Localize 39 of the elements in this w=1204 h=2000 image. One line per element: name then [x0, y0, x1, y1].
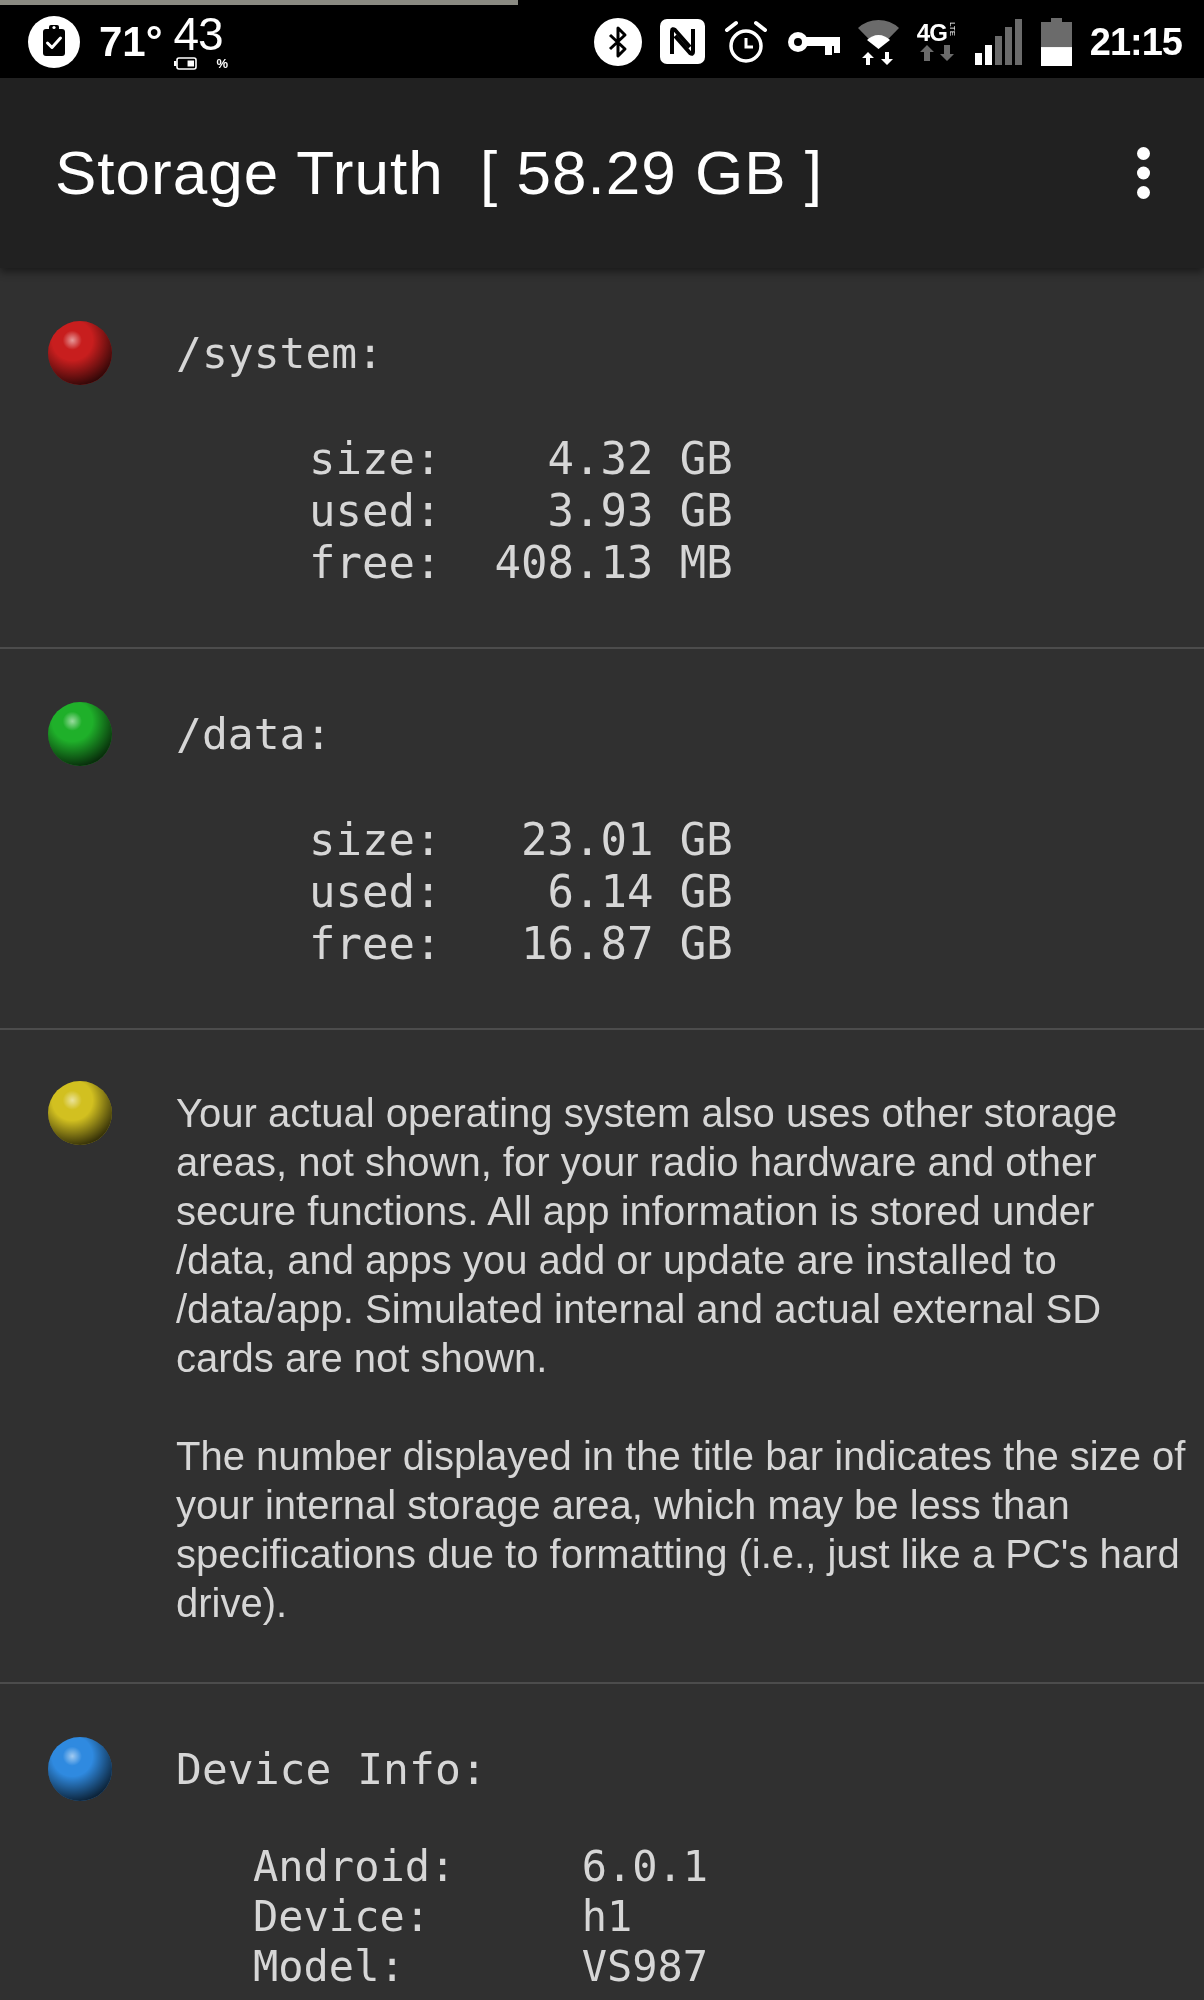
temperature-text: 71°: [99, 17, 163, 66]
battery-icon: [1040, 17, 1072, 66]
stat-value: 16.87 GB: [520, 918, 733, 970]
info-label: Android:: [253, 1842, 457, 1892]
signal-bars-icon: [974, 18, 1023, 65]
clock-text: 21:15: [1089, 19, 1182, 64]
nfc-icon: [659, 19, 705, 64]
stat-value: 6.14 GB: [547, 866, 733, 918]
stat-label: size:: [309, 814, 442, 866]
alarm-clock-icon: [722, 18, 769, 65]
app-title: Storage Truth [ 58.29 GB ]: [55, 137, 823, 209]
network-badge-label: LTE: [947, 21, 957, 36]
network-type-label: 4G: [916, 21, 947, 44]
stat-label: used:: [309, 866, 442, 918]
wifi-icon: [857, 18, 899, 65]
stat-value: 23.01 GB: [520, 814, 733, 866]
info-value: h1: [581, 1892, 634, 1942]
info-value: 6.0.1: [581, 1842, 710, 1892]
stat-label: free:: [309, 537, 442, 589]
section-title: /data:: [176, 708, 333, 760]
stat-label: size:: [309, 433, 442, 485]
stat-label: used:: [309, 485, 442, 537]
clipboard-check-icon: [28, 15, 80, 68]
info-value: VS987: [581, 1942, 710, 1992]
stat-value: 408.13 MB: [494, 537, 733, 589]
overflow-menu-icon[interactable]: [1137, 147, 1150, 199]
stat-value: 4.32 GB: [547, 433, 733, 485]
battery-percent-text: 43: [173, 12, 223, 55]
bluetooth-icon: [593, 17, 642, 66]
note-paragraph: Your actual operating system also uses other storage areas, not shown, for your radio hardware and other secure functions. All app information is stored under /data, and apps you add or update are installed to /data/app. Simulated internal and actual external SD cards are not shown.: [176, 1090, 1119, 1382]
stat-value: 3.93 GB: [547, 485, 733, 537]
section-title: Device Info:: [176, 1743, 488, 1795]
percent-sign: %: [216, 56, 229, 71]
info-label: Device:: [253, 1892, 431, 1942]
note-paragraph: The number displayed in the title bar indicates the size of your internal storage area, which may be less than specifications due to formatting (i.e., just like a PC's hard drive).: [176, 1433, 1187, 1627]
info-label: Model:: [253, 1942, 406, 1992]
stat-label: free:: [309, 918, 442, 970]
battery-icon: [173, 57, 197, 70]
section-title: /system:: [176, 327, 385, 379]
